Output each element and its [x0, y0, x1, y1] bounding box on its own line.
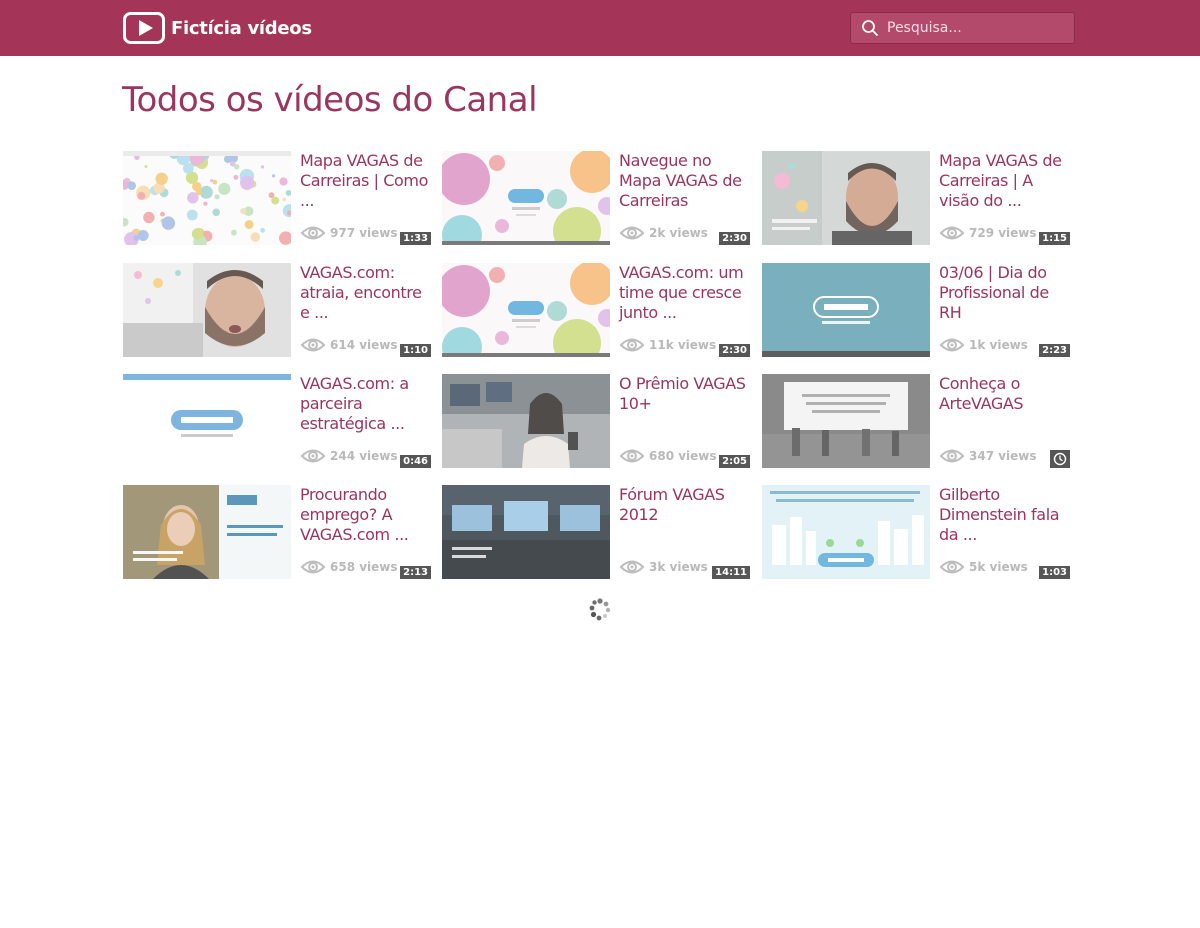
- eye-icon: [939, 226, 965, 240]
- search-input[interactable]: [879, 13, 1074, 43]
- view-count: 3k views: [619, 557, 708, 577]
- eye-icon: [300, 449, 326, 463]
- eye-icon: [300, 338, 326, 352]
- video-thumbnail[interactable]: [123, 485, 291, 579]
- search-box: [850, 12, 1075, 44]
- video-thumbnail[interactable]: [442, 485, 610, 579]
- view-count-text: 977 views: [330, 226, 398, 240]
- video-duration: 2:23: [1039, 344, 1070, 357]
- view-count-text: 658 views: [330, 560, 398, 574]
- clock-icon: [1050, 450, 1070, 468]
- video-duration: 2:13: [400, 566, 431, 579]
- page-title: Todos os vídeos do Canal: [122, 80, 538, 120]
- view-count-text: 1k views: [969, 338, 1028, 352]
- video-card[interactable]: 1:03 Gilberto Dimenstein fala da ... 5k vi…: [762, 485, 1072, 581]
- video-thumbnail[interactable]: [123, 151, 291, 245]
- view-count-text: 5k views: [969, 560, 1028, 574]
- video-card[interactable]: 2:30 VAGAS.com: um time que cresce junto …: [442, 263, 752, 359]
- video-duration: 14:11: [712, 566, 750, 579]
- view-count-text: 3k views: [649, 560, 708, 574]
- eye-icon: [939, 560, 965, 574]
- play-icon: [123, 12, 165, 44]
- view-count: 658 views: [300, 557, 398, 577]
- video-thumbnail[interactable]: [762, 263, 930, 357]
- video-title[interactable]: Mapa VAGAS de Carreiras | Como ...: [300, 151, 430, 211]
- site-name: Fictícia vídeos: [171, 17, 312, 39]
- view-count: 244 views: [300, 446, 398, 466]
- search-icon[interactable]: [861, 19, 879, 37]
- video-title[interactable]: VAGAS.com: um time que cresce junto ...: [619, 263, 749, 323]
- view-count: 680 views: [619, 446, 717, 466]
- video-title[interactable]: Fórum VAGAS 2012: [619, 485, 749, 525]
- eye-icon: [300, 560, 326, 574]
- view-count: 977 views: [300, 223, 398, 243]
- video-duration: 1:33: [400, 232, 431, 245]
- video-duration: 2:30: [719, 232, 750, 245]
- eye-icon: [939, 449, 965, 463]
- video-title[interactable]: VAGAS.com: a parceira estratégica ...: [300, 374, 430, 434]
- site-logo[interactable]: Fictícia vídeos: [123, 12, 312, 44]
- view-count-text: 11k views: [649, 338, 717, 352]
- video-duration: 0:46: [400, 455, 431, 468]
- video-duration: 1:03: [1039, 566, 1070, 579]
- video-title[interactable]: Conheça o ArteVAGAS: [939, 374, 1069, 414]
- video-title[interactable]: Mapa VAGAS de Carreiras | A visão do ...: [939, 151, 1069, 211]
- eye-icon: [619, 560, 645, 574]
- video-card[interactable]: 14:11 Fórum VAGAS 2012 3k views: [442, 485, 752, 581]
- video-thumbnail[interactable]: [762, 151, 930, 245]
- view-count-text: 244 views: [330, 449, 398, 463]
- video-card[interactable]: 1:33 Mapa VAGAS de Carreiras | Como ... 97…: [123, 151, 433, 247]
- view-count: 2k views: [619, 223, 708, 243]
- loading-spinner-icon: [588, 597, 612, 621]
- video-card[interactable]: 2:05 O Prêmio VAGAS 10+ 680 views: [442, 374, 752, 470]
- top-bar: Fictícia vídeos: [0, 0, 1200, 56]
- video-title[interactable]: Procurando emprego? A VAGAS.com ...: [300, 485, 430, 545]
- video-card[interactable]: 2:13 Procurando emprego? A VAGAS.com ... 6…: [123, 485, 433, 581]
- view-count: 614 views: [300, 335, 398, 355]
- view-count-text: 614 views: [330, 338, 398, 352]
- video-duration: 1:10: [400, 344, 431, 357]
- video-thumbnail[interactable]: [762, 485, 930, 579]
- video-thumbnail[interactable]: [762, 374, 930, 468]
- video-thumbnail[interactable]: [123, 263, 291, 357]
- view-count-text: 2k views: [649, 226, 708, 240]
- video-card[interactable]: 1:10 VAGAS.com: atraia, encontre e ... 614…: [123, 263, 433, 359]
- video-title[interactable]: O Prêmio VAGAS 10+: [619, 374, 749, 414]
- video-thumbnail[interactable]: [442, 151, 610, 245]
- view-count: 11k views: [619, 335, 716, 355]
- video-thumbnail[interactable]: [442, 263, 610, 357]
- eye-icon: [619, 449, 645, 463]
- video-title[interactable]: Navegue no Mapa VAGAS de Carreiras: [619, 151, 749, 211]
- view-count: 1k views: [939, 335, 1028, 355]
- video-thumbnail[interactable]: [123, 374, 291, 468]
- video-card[interactable]: 2:23 03/06 | Dia do Profissional de RH 1k …: [762, 263, 1072, 359]
- video-card[interactable]: 0:46 VAGAS.com: a parceira estratégica ..…: [123, 374, 433, 470]
- video-card[interactable]: 2:30 Navegue no Mapa VAGAS de Carreiras 2k…: [442, 151, 752, 247]
- eye-icon: [300, 226, 326, 240]
- view-count: 729 views: [939, 223, 1037, 243]
- view-count-text: 729 views: [969, 226, 1037, 240]
- video-duration: 2:05: [719, 455, 750, 468]
- video-thumbnail[interactable]: [442, 374, 610, 468]
- video-title[interactable]: Gilberto Dimenstein fala da ...: [939, 485, 1069, 545]
- view-count: 5k views: [939, 557, 1028, 577]
- video-card[interactable]: 1:15 Mapa VAGAS de Carreiras | A visão do…: [762, 151, 1072, 247]
- video-card[interactable]: Conheça o ArteVAGAS 347 views: [762, 374, 1072, 470]
- video-title[interactable]: 03/06 | Dia do Profissional de RH: [939, 263, 1069, 323]
- video-duration: 2:30: [719, 344, 750, 357]
- view-count-text: 680 views: [649, 449, 717, 463]
- video-duration: 1:15: [1039, 232, 1070, 245]
- video-title[interactable]: VAGAS.com: atraia, encontre e ...: [300, 263, 430, 323]
- eye-icon: [619, 338, 645, 352]
- view-count: 347 views: [939, 446, 1037, 466]
- view-count-text: 347 views: [969, 449, 1037, 463]
- eye-icon: [619, 226, 645, 240]
- eye-icon: [939, 338, 965, 352]
